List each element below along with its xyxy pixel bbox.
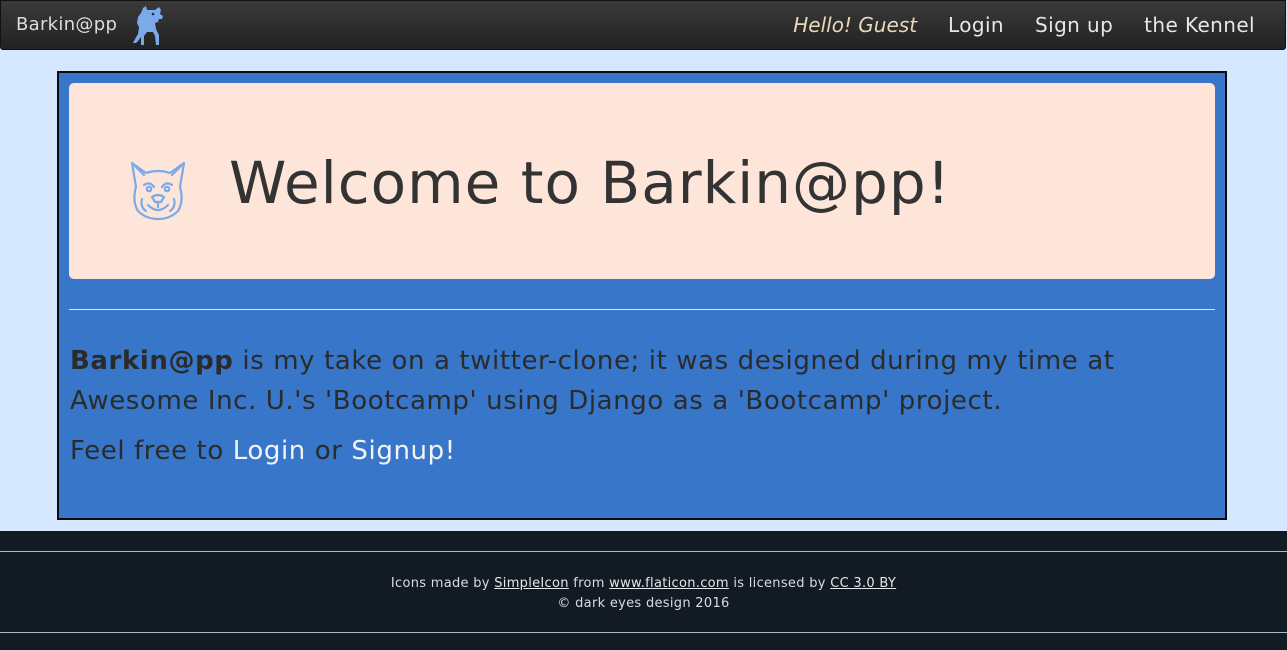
credit-prefix: Icons made by [390,576,495,591]
license-link[interactable]: CC 3.0 BY [830,576,896,591]
cta-prefix: Feel free to [70,436,233,466]
cta-login-link[interactable]: Login [233,436,306,466]
nav-login-link[interactable]: Login [948,13,1004,37]
cta-or: or [305,436,352,466]
cta-signup-link[interactable]: Signup! [351,436,455,466]
brand-name-bold: Barkin@pp [70,346,234,376]
footer-divider-bottom [0,632,1287,633]
welcome-jumbotron: Welcome to Barkin@pp! [69,83,1215,279]
description-line-2: Awesome Inc. U.'s 'Bootcamp' using Djang… [70,386,1003,416]
intro-content: Barkin@pp is my take on a twitter-clone;… [70,341,1210,471]
description-line-1: is my take on a twitter-clone; it was de… [233,346,1115,376]
welcome-title: Welcome to Barkin@pp! [229,149,951,217]
author-link[interactable]: SimpleIcon [494,576,569,591]
main-panel: Welcome to Barkin@pp! Barkin@pp is my ta… [57,71,1227,520]
footer-divider-top [0,551,1287,552]
section-divider [69,309,1215,310]
nav-menu: Hello! Guest Login Sign up the Kennel [793,13,1255,37]
credit-from: from [568,576,610,591]
footer-credits: Icons made by SimpleIcon from www.flatic… [0,574,1287,614]
icon-credit-line: Icons made by SimpleIcon from www.flatic… [0,574,1287,594]
dog-icon[interactable] [129,5,169,47]
french-bulldog-icon [130,161,186,221]
flaticon-link[interactable]: www.flaticon.com [609,576,729,591]
nav-kennel-link[interactable]: the Kennel [1144,13,1255,37]
top-navbar: Barkin@pp Hello! Guest Login Sign up the… [0,0,1286,50]
intro-paragraph: Barkin@pp is my take on a twitter-clone;… [70,341,1210,421]
nav-signup-link[interactable]: Sign up [1035,13,1113,37]
copyright-text: © dark eyes design 2016 [557,596,730,611]
page-footer: Icons made by SimpleIcon from www.flatic… [0,531,1287,650]
credit-licensed: is licensed by [728,576,831,591]
brand-link[interactable]: Barkin@pp [16,14,117,35]
cta-paragraph: Feel free to Login or Signup! [70,431,1210,471]
greeting-text: Hello! Guest [793,13,918,37]
